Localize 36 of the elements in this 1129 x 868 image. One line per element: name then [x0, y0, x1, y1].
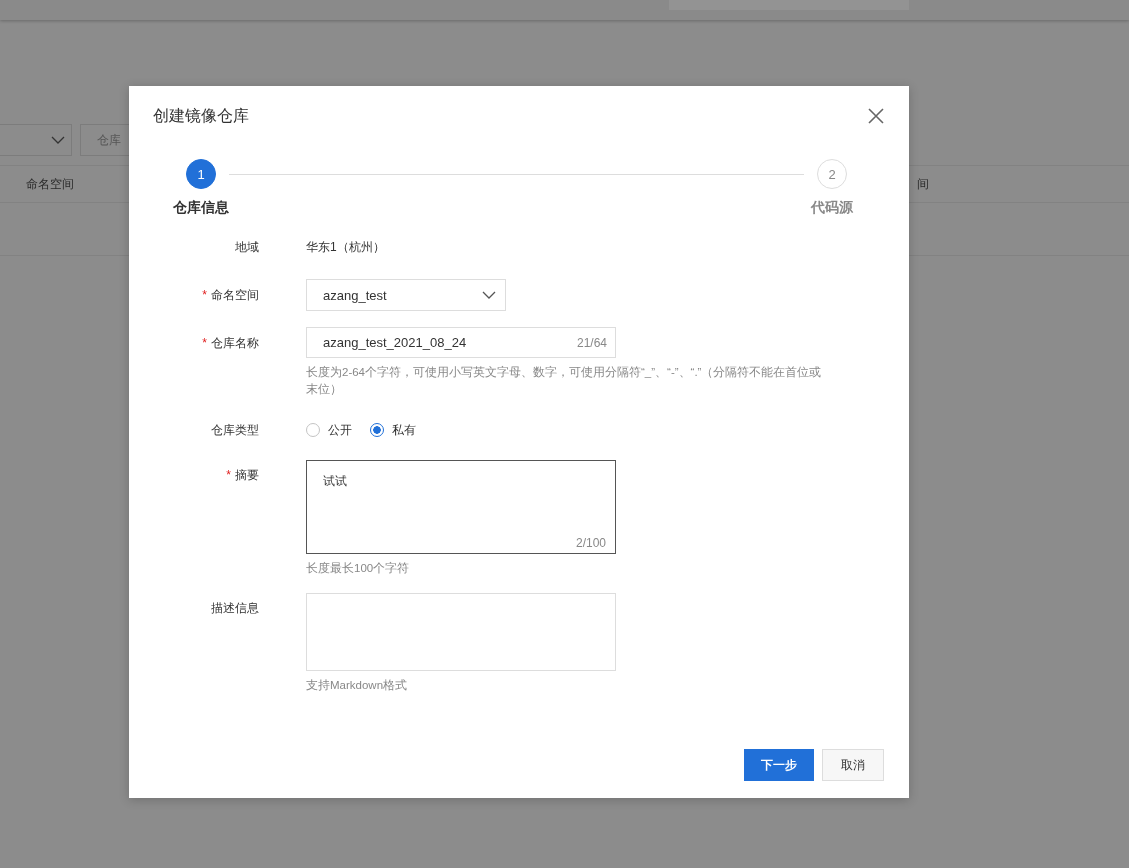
required-mark: * [202, 288, 207, 302]
next-button[interactable]: 下一步 [744, 749, 814, 781]
field-label: 仓库名称 [211, 336, 259, 350]
step-number: 2 [817, 159, 847, 189]
step-label: 仓库信息 [173, 199, 229, 217]
help-text: 支持Markdown格式 [306, 678, 409, 693]
step-number: 1 [186, 159, 216, 189]
char-counter: 2/100 [575, 536, 606, 550]
radio-option[interactable]: 公开 [306, 421, 352, 439]
field-label: 命名空间 [211, 288, 259, 302]
help-text: 长度为2-64个字符，可使用小写英文字母、数字，可使用分隔符“_”、“-”、“.”（分隔符不能在首位或末位） [306, 365, 823, 397]
filter-select[interactable] [0, 124, 72, 156]
namespace-select[interactable]: azang_test [306, 279, 506, 311]
region-value: 华东1（杭州） [306, 239, 385, 256]
column-header: 命名空间 [26, 175, 74, 193]
required-mark: * [226, 468, 231, 482]
field-value: 试试 [323, 474, 347, 488]
text-area[interactable] [306, 593, 616, 671]
field-label: 描述信息 [211, 601, 259, 615]
help-text: 长度最长100个字符 [306, 561, 411, 576]
field-value: azang_test_2021_08_24 [323, 335, 467, 350]
field-label: 仓库类型 [211, 423, 259, 437]
close-icon[interactable] [868, 108, 884, 124]
chevron-down-icon [482, 291, 496, 299]
text-area[interactable]: 试试 2/100 [306, 460, 616, 554]
column-header: 间 [917, 175, 929, 193]
dialog-title: 创建镜像仓库 [153, 105, 249, 126]
required-mark: * [202, 336, 207, 350]
input-field[interactable]: azang_test_2021_08_24 21/64 [306, 327, 616, 358]
step-label: 代码源 [811, 199, 853, 217]
field-label: 摘要 [235, 468, 259, 482]
cancel-button[interactable]: 取消 [822, 749, 884, 781]
chevron-down-icon [51, 136, 65, 144]
radio-option[interactable]: 私有 [370, 421, 416, 439]
char-counter: 21/64 [576, 335, 607, 350]
field-label: 地域 [235, 240, 259, 254]
